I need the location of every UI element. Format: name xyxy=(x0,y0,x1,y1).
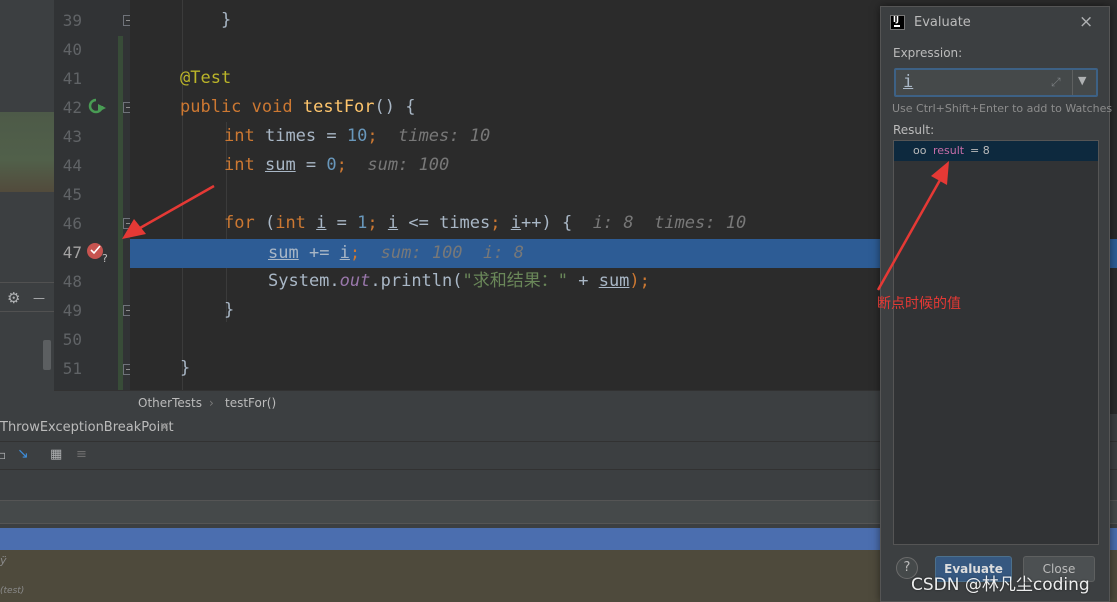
code-line-44: int sum = 0; sum: 100 xyxy=(224,155,450,175)
tab-throwexceptionbreakpoint[interactable]: ThrowExceptionBreakPoint xyxy=(0,420,174,435)
svg-text:?: ? xyxy=(102,252,108,264)
execution-line-extension xyxy=(1110,239,1117,268)
code-editor[interactable]: } @Test public void testFor() { int time… xyxy=(130,0,880,390)
gear-icon[interactable]: ⚙ xyxy=(7,289,20,307)
breadcrumb: OtherTests › testFor() xyxy=(54,390,880,414)
breadcrumb-method[interactable]: testFor() xyxy=(225,396,276,410)
line-number: 51 xyxy=(62,359,82,378)
watch-glasses-icon: oo xyxy=(913,144,927,157)
code-line-48: System.out.println("求和结果：" + sum); xyxy=(268,271,650,291)
breadcrumb-class[interactable]: OtherTests xyxy=(138,396,202,410)
code-line-41: @Test xyxy=(180,68,232,88)
line-number-current: 47 xyxy=(62,243,82,262)
code-line-51: } xyxy=(180,358,191,378)
annotation-note: 断点时候的值 xyxy=(877,296,961,312)
code-line-47-execution-point: sum += i; sum: 100 i: 8 xyxy=(130,239,880,268)
line-number: 50 xyxy=(62,330,82,349)
chevron-down-icon[interactable]: ▼ xyxy=(1078,74,1086,87)
result-row[interactable]: oo result = 8 xyxy=(894,141,1098,161)
left-panel-toolbar: ⚙ — xyxy=(0,282,54,312)
table-view-icon[interactable]: ▦ xyxy=(50,447,62,462)
run-test-icon[interactable] xyxy=(88,97,108,117)
frame-item[interactable]: ÿ xyxy=(0,554,7,567)
expand-icon[interactable]: ⤢ xyxy=(1051,75,1061,90)
watches-hint: Use Ctrl+Shift+Enter to add to Watches xyxy=(892,102,1113,115)
line-number: 49 xyxy=(62,301,82,320)
editor-gutter: 39 40 41 42 43 44 45 46 47 48 49 50 51 ? xyxy=(54,0,134,390)
line-number: 39 xyxy=(62,11,82,30)
expression-input[interactable]: i ⤢ ▼ xyxy=(894,68,1098,97)
csdn-watermark: CSDN @林凡尘coding xyxy=(911,575,1090,595)
project-preview xyxy=(0,112,54,192)
result-tree: oo result = 8 xyxy=(893,140,1099,545)
line-number: 46 xyxy=(62,214,82,233)
line-number: 48 xyxy=(62,272,82,291)
code-line-39: } xyxy=(180,10,232,30)
vcs-change-marker xyxy=(118,36,123,390)
intellij-logo-icon xyxy=(890,15,905,30)
left-tool-window: ⚙ — xyxy=(0,0,54,414)
line-number: 40 xyxy=(62,40,82,59)
dialog-title-bar: Evaluate × xyxy=(881,7,1109,37)
indent-guide xyxy=(182,0,183,390)
line-number: 42 xyxy=(62,98,82,117)
chevron-right-icon: › xyxy=(209,396,214,410)
code-line-49: } xyxy=(224,300,235,320)
minimize-icon[interactable]: — xyxy=(33,291,45,305)
result-value: = 8 xyxy=(970,144,990,157)
expression-label: Expression: xyxy=(893,46,963,60)
scrollbar-thumb[interactable] xyxy=(43,340,51,370)
code-line-43: int times = 10; times: 10 xyxy=(224,126,491,146)
line-number: 45 xyxy=(62,185,82,204)
dialog-title: Evaluate xyxy=(914,15,971,30)
result-name: result xyxy=(933,144,965,157)
frame-icon[interactable]: ▫ xyxy=(0,448,6,462)
line-number: 41 xyxy=(62,69,82,88)
code-line-42: public void testFor() { xyxy=(180,97,416,117)
result-label: Result: xyxy=(893,123,935,137)
evaluate-list-icon[interactable]: ≡ xyxy=(76,447,87,462)
code-line-46: for (int i = 1; i <= times; i++) { i: 8 … xyxy=(224,213,747,233)
divider xyxy=(1072,70,1073,95)
frame-item[interactable]: (test) xyxy=(0,586,24,596)
expression-value[interactable]: i xyxy=(903,72,913,92)
step-into-icon[interactable]: ↘ xyxy=(17,446,29,462)
line-number: 44 xyxy=(62,156,82,175)
line-number: 43 xyxy=(62,127,82,146)
breakpoint-icon[interactable]: ? xyxy=(86,240,112,264)
close-icon[interactable]: × xyxy=(1079,12,1093,32)
close-icon[interactable]: × xyxy=(159,420,170,435)
